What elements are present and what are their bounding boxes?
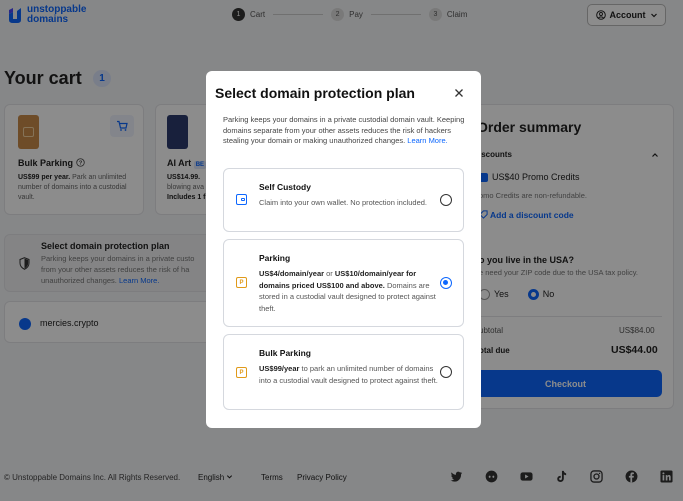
option-desc: Claim into your own wallet. No protectio… (259, 198, 427, 207)
option-radio[interactable] (440, 366, 452, 378)
option-price: US$99/year (259, 364, 300, 373)
protection-plan-modal: Select domain protection plan Parking ke… (206, 71, 481, 428)
option-price-1: US$4/domain/year (259, 269, 325, 278)
option-parking[interactable]: P Parking US$4/domain/year or US$10/doma… (223, 239, 464, 327)
wallet-icon (236, 194, 247, 205)
option-radio[interactable] (440, 194, 452, 206)
option-name: Bulk Parking (259, 348, 311, 358)
close-button[interactable] (452, 86, 466, 100)
option-or: or (324, 269, 335, 278)
close-icon (455, 89, 463, 97)
option-name: Self Custody (259, 182, 311, 192)
learn-more-link[interactable]: Learn More. (407, 136, 447, 145)
option-radio[interactable] (440, 277, 452, 289)
parking-icon: P (236, 277, 247, 288)
option-bulk-parking[interactable]: P Bulk Parking US$99/year to park an unl… (223, 334, 464, 410)
modal-title: Select domain protection plan (215, 85, 415, 101)
option-self-custody[interactable]: Self Custody Claim into your own wallet.… (223, 168, 464, 232)
parking-icon: P (236, 367, 247, 378)
option-name: Parking (259, 253, 291, 263)
